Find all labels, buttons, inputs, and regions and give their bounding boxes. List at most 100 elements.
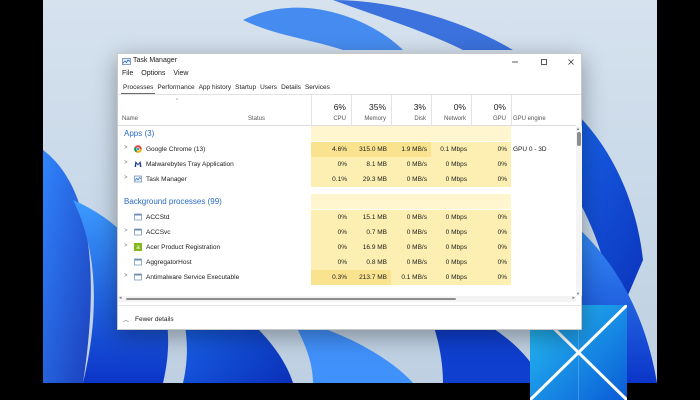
tab-processes[interactable]: Processes: [121, 82, 156, 94]
close-button[interactable]: [558, 54, 584, 69]
table-row[interactable]: > ACCSvc 0% 0.7 MB 0 MB/s 0 Mbps 0%: [118, 225, 576, 240]
group-label-apps: Apps (3): [124, 129, 155, 138]
memory-value: 16.9 MB: [362, 244, 387, 251]
scroll-down-icon[interactable]: ▼: [576, 291, 580, 296]
table-row[interactable]: AggregatorHost 0% 0.8 MB 0 MB/s 0 Mbps 0…: [118, 255, 576, 270]
column-network[interactable]: 0% Network: [431, 95, 471, 126]
column-memory[interactable]: 35% Memory: [351, 95, 391, 126]
tab-users[interactable]: Users: [258, 82, 279, 94]
memory-value: 15.1 MB: [362, 214, 387, 221]
expand-chevron-icon[interactable]: >: [124, 160, 128, 166]
menu-file[interactable]: File: [122, 70, 133, 81]
gpu-value: 0%: [497, 161, 507, 168]
minimize-button[interactable]: [502, 54, 528, 69]
vertical-scrollbar[interactable]: ▲ ▼: [576, 126, 582, 296]
table-row[interactable]: > a Acer Product Registration 0% 16.9 MB…: [118, 240, 576, 255]
network-value: 0 Mbps: [445, 176, 467, 183]
network-value: 0.1 Mbps: [440, 146, 467, 153]
column-gpu[interactable]: 0% GPU: [471, 95, 511, 126]
memory-value: 213.7 MB: [359, 274, 387, 281]
table-row[interactable]: > Malwarebytes Tray Application 0% 8.1 M…: [118, 157, 576, 172]
disk-value: 0 MB/s: [406, 176, 427, 183]
gpu-value: 0%: [497, 176, 507, 183]
fewer-details-label: Fewer details: [135, 316, 174, 323]
network-value: 0 Mbps: [445, 244, 467, 251]
expand-chevron-icon[interactable]: >: [124, 175, 128, 181]
disk-value: 0 MB/s: [406, 161, 427, 168]
cpu-value: 0%: [337, 229, 347, 236]
cpu-value: 0%: [337, 214, 347, 221]
malwarebytes-icon: [134, 161, 142, 167]
app-window-icon: [134, 258, 142, 266]
gpu-label: GPU: [492, 116, 506, 122]
scroll-right-icon[interactable]: ▸: [572, 295, 575, 301]
gpu-engine-value: GPU 0 - 3D: [513, 146, 547, 153]
gpu-value: 0%: [497, 259, 507, 266]
network-total: 0%: [453, 102, 466, 112]
horizontal-scroll-thumb[interactable]: [126, 298, 456, 300]
cpu-value: 0%: [337, 161, 347, 168]
table-row[interactable]: ACCStd 0% 15.1 MB 0 MB/s 0 Mbps 0%: [118, 210, 576, 225]
process-name: AggregatorHost: [146, 259, 192, 266]
process-name: Malwarebytes Tray Application: [146, 161, 234, 168]
chevron-up-icon: ︿: [123, 318, 130, 324]
group-header-background: Background processes (99): [118, 194, 576, 209]
disk-value: 0.1 MB/s: [401, 274, 427, 281]
process-name: ACCSvc: [146, 229, 171, 236]
column-status[interactable]: Status: [248, 116, 265, 122]
group-header-apps: Apps (3): [118, 126, 576, 141]
disk-total: 3%: [413, 102, 426, 112]
expand-chevron-icon[interactable]: >: [124, 228, 128, 234]
horizontal-scrollbar[interactable]: ◂ ▸: [118, 295, 576, 302]
cpu-value: 0.3%: [332, 274, 347, 281]
task-manager-window: Task Manager File Options View Processes…: [117, 53, 582, 330]
process-name: Google Chrome (13): [146, 146, 206, 153]
column-name[interactable]: Name: [122, 116, 138, 122]
app-window-icon: [134, 228, 142, 236]
cpu-label: CPU: [333, 116, 346, 122]
cpu-value: 4.6%: [332, 146, 347, 153]
vertical-scroll-thumb[interactable]: [577, 132, 581, 146]
gpu-value: 0%: [497, 146, 507, 153]
scroll-up-icon[interactable]: ▲: [576, 126, 580, 131]
process-list: Apps (3) > Google Chrome (13) 4.6% 315.0…: [118, 126, 576, 296]
memory-value: 0.8 MB: [366, 259, 387, 266]
maximize-button[interactable]: [531, 54, 557, 69]
table-row[interactable]: > Google Chrome (13) 4.6% 315.0 MB 1.9 M…: [118, 142, 576, 157]
cpu-value: 0%: [337, 259, 347, 266]
disk-value: 0 MB/s: [406, 244, 427, 251]
gpu-value: 0%: [497, 274, 507, 281]
column-disk[interactable]: 3% Disk: [391, 95, 431, 126]
disk-label: Disk: [414, 116, 426, 122]
network-value: 0 Mbps: [445, 274, 467, 281]
network-value: 0 Mbps: [445, 229, 467, 236]
menu-view[interactable]: View: [173, 70, 188, 81]
process-name: Task Manager: [146, 176, 187, 183]
fewer-details-button[interactable]: ︿ Fewer details: [123, 315, 174, 324]
gpu-value: 0%: [497, 229, 507, 236]
cpu-total: 6%: [333, 102, 346, 112]
tab-startup[interactable]: Startup: [233, 82, 258, 94]
scroll-left-icon[interactable]: ◂: [119, 295, 122, 301]
column-divider: [511, 95, 512, 126]
column-cpu[interactable]: 6% CPU: [311, 95, 351, 126]
tab-app-history[interactable]: App history: [197, 82, 234, 94]
memory-value: 315.0 MB: [359, 146, 387, 153]
disk-value: 0 MB/s: [406, 259, 427, 266]
table-row[interactable]: > Antimalware Service Executable 0.3% 21…: [118, 270, 576, 285]
tab-services[interactable]: Services: [303, 82, 332, 94]
table-row[interactable]: > Task Manager 0.1% 29.3 MB 0 MB/s 0 Mbp…: [118, 172, 576, 187]
window-title: Task Manager: [133, 57, 177, 64]
close-icon: [568, 58, 574, 65]
task-manager-icon: [134, 175, 142, 183]
tab-performance[interactable]: Performance: [155, 82, 196, 94]
network-value: 0 Mbps: [445, 259, 467, 266]
column-gpu-engine[interactable]: GPU engine: [513, 116, 546, 122]
expand-chevron-icon[interactable]: >: [124, 145, 128, 151]
tab-details[interactable]: Details: [279, 82, 303, 94]
expand-chevron-icon[interactable]: >: [124, 243, 128, 249]
menu-options[interactable]: Options: [141, 70, 165, 81]
title-bar[interactable]: Task Manager: [118, 54, 581, 69]
gpu-value: 0%: [497, 214, 507, 221]
expand-chevron-icon[interactable]: >: [124, 273, 128, 279]
